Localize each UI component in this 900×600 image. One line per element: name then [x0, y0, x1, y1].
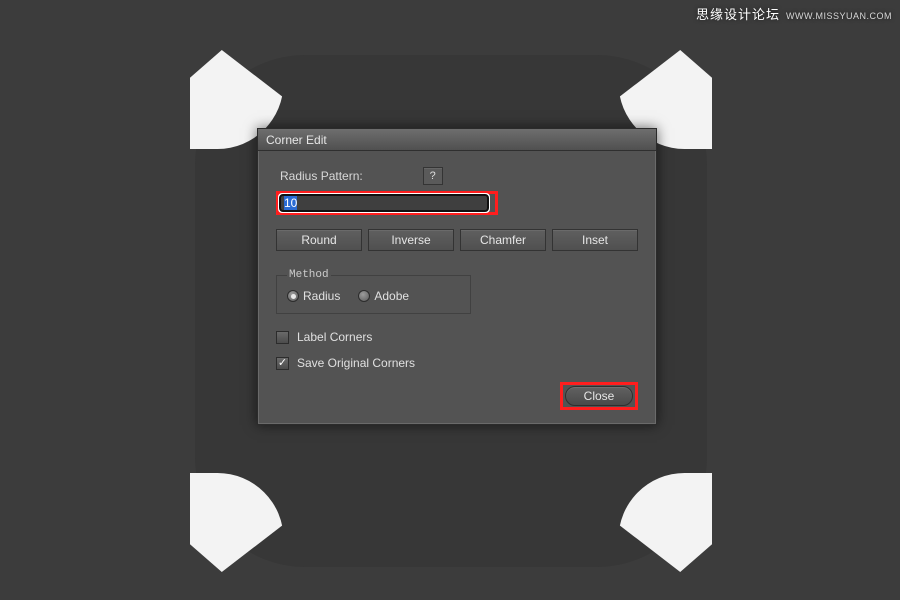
watermark-url: WWW.MISSYUAN.COM [786, 11, 892, 21]
corner-type-button-row: Round Inverse Chamfer Inset [276, 229, 638, 251]
method-adobe-option[interactable]: Adobe [358, 289, 409, 303]
dialog-body: Radius Pattern: ? Round Inverse Chamfer … [258, 151, 656, 424]
radius-pattern-input[interactable] [279, 194, 489, 212]
method-legend: Method [287, 269, 331, 281]
dialog-title: Corner Edit [266, 133, 327, 147]
corner-edit-dialog: Corner Edit Radius Pattern: ? Round Inve… [257, 128, 657, 425]
radius-pattern-row: Radius Pattern: ? [280, 167, 638, 185]
watermark: 思缘设计论坛 WWW.MISSYUAN.COM [696, 4, 892, 23]
method-radio-row: Radius Adobe [287, 289, 460, 303]
method-fieldset: Method Radius Adobe [276, 269, 471, 314]
method-radius-option[interactable]: Radius [287, 289, 340, 303]
radius-pattern-label: Radius Pattern: [280, 169, 363, 183]
checkbox-icon [276, 357, 289, 370]
corner-shape-bl [190, 473, 284, 572]
watermark-text: 思缘设计论坛 [696, 4, 780, 23]
inset-button[interactable]: Inset [552, 229, 638, 251]
radio-icon [358, 290, 370, 302]
method-adobe-label: Adobe [374, 289, 409, 303]
radio-icon [287, 290, 299, 302]
inverse-button[interactable]: Inverse [368, 229, 454, 251]
label-corners-checkbox[interactable]: Label Corners [276, 330, 638, 344]
help-button[interactable]: ? [423, 167, 443, 185]
save-original-checkbox[interactable]: Save Original Corners [276, 356, 638, 370]
dialog-titlebar[interactable]: Corner Edit [258, 129, 656, 151]
dialog-footer: Close [276, 382, 638, 410]
close-button-highlight: Close [560, 382, 638, 410]
round-button[interactable]: Round [276, 229, 362, 251]
close-button[interactable]: Close [565, 386, 633, 406]
corner-shape-br [619, 473, 713, 572]
save-original-text: Save Original Corners [297, 356, 415, 370]
radius-input-wrap [279, 194, 495, 212]
checkbox-icon [276, 331, 289, 344]
radius-input-highlight [276, 191, 498, 215]
method-radius-label: Radius [303, 289, 340, 303]
chamfer-button[interactable]: Chamfer [460, 229, 546, 251]
label-corners-text: Label Corners [297, 330, 372, 344]
